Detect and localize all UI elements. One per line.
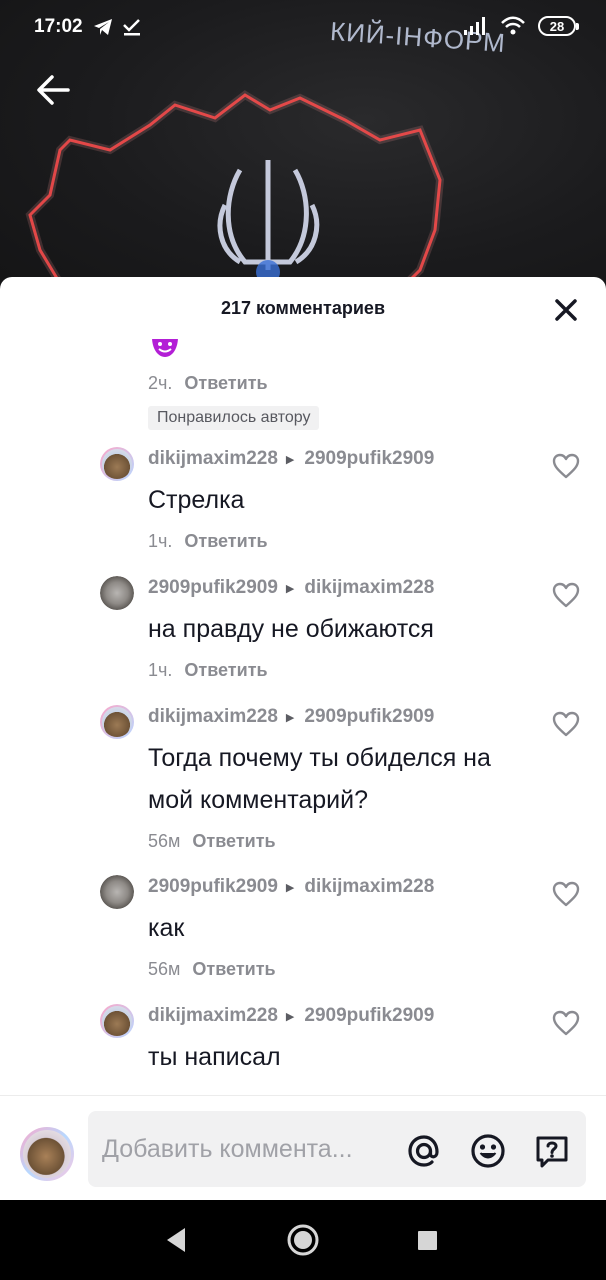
comments-list[interactable]: 2ч. Ответить Понравилось автору dikijmax… (0, 339, 606, 1095)
comment-item: dikijmaxim228 ▶ 2909pufik2909 Тогда поче… (0, 701, 606, 871)
like-button[interactable] (552, 711, 580, 737)
reply-button[interactable]: Ответить (184, 373, 267, 394)
reply-arrow-icon: ▶ (285, 453, 295, 466)
signal-icon (464, 17, 485, 35)
reply-to-user[interactable]: dikijmaxim228 (304, 876, 434, 898)
reply-arrow-icon: ▶ (285, 711, 295, 724)
like-button[interactable] (552, 881, 580, 907)
comment-text: ты написал (148, 1043, 281, 1071)
reply-arrow-icon: ▶ (285, 1010, 295, 1023)
comment-meta: 1ч. Ответить (148, 660, 268, 681)
battery-indicator: 28 (538, 16, 579, 36)
comment-meta: 2ч. Ответить (148, 373, 268, 394)
reply-button[interactable]: Ответить (192, 831, 275, 852)
reply-to-user[interactable]: 2909pufik2909 (304, 1005, 434, 1027)
telegram-icon (94, 19, 112, 35)
comment-usernames: dikijmaxim228 ▶ 2909pufik2909 (148, 1005, 434, 1027)
comment-usernames: 2909pufik2909 ▶ dikijmaxim228 (148, 876, 434, 898)
system-nav-bar (0, 1200, 606, 1280)
comments-sheet: 217 комментариев 2ч. Ответить Понравилос… (0, 277, 606, 1200)
my-avatar[interactable] (20, 1127, 74, 1181)
comment-meta: 56м Ответить (148, 959, 276, 980)
like-button[interactable] (552, 582, 580, 608)
sheet-header: 217 комментариев (0, 277, 606, 339)
comment-usernames: dikijmaxim228 ▶ 2909pufik2909 (148, 448, 434, 470)
reply-to-user[interactable]: 2909pufik2909 (304, 448, 434, 470)
status-bar: 17:02 28 (0, 0, 606, 58)
reply-button[interactable]: Ответить (184, 531, 267, 552)
devil-emoji-icon (152, 339, 178, 357)
comment-text: Стрелка (148, 486, 245, 514)
comments-count-title: 217 комментариев (220, 298, 386, 318)
nav-recents-square-icon (418, 1231, 437, 1250)
comment-item: 2909pufik2909 ▶ dikijmaxim228 на правду … (0, 572, 606, 700)
heart-outline-icon (552, 711, 580, 737)
reply-to-user[interactable]: dikijmaxim228 (304, 577, 434, 599)
heart-outline-icon (552, 453, 580, 479)
avatar[interactable] (100, 1004, 134, 1038)
status-notification-icons (92, 17, 142, 37)
reply-to-user[interactable]: 2909pufik2909 (304, 706, 434, 728)
question-button[interactable] (534, 1133, 570, 1169)
avatar[interactable] (100, 576, 134, 610)
comment-time: 56м (148, 959, 181, 979)
reply-button[interactable]: Ответить (184, 660, 267, 681)
comment-author[interactable]: 2909pufik2909 (148, 577, 278, 599)
close-icon (555, 299, 577, 321)
comment-text: на правду не обижаются (148, 615, 434, 643)
nav-home-button[interactable] (285, 1222, 321, 1258)
comment-time: 1ч. (148, 531, 173, 551)
reply-arrow-icon: ▶ (285, 881, 295, 894)
comment-text: как (148, 914, 185, 942)
avatar[interactable] (100, 447, 134, 481)
like-button[interactable] (552, 1010, 580, 1036)
status-system-icons: 28 (462, 16, 579, 36)
smiley-icon (471, 1134, 505, 1168)
reply-arrow-icon: ▶ (285, 582, 295, 595)
avatar[interactable] (100, 705, 134, 739)
comment-author[interactable]: dikijmaxim228 (148, 706, 278, 728)
back-button[interactable] (34, 70, 74, 110)
avatar[interactable] (100, 875, 134, 909)
comment-item: dikijmaxim228 ▶ 2909pufik2909 Стрелка 1ч… (0, 443, 606, 571)
comment-meta: 56м Ответить (148, 831, 276, 852)
comment-time: 56м (148, 831, 181, 851)
checkmark-download-icon (123, 19, 140, 36)
heart-outline-icon (552, 1010, 580, 1036)
nav-recents-button[interactable] (416, 1222, 440, 1258)
mention-button[interactable] (406, 1133, 442, 1169)
reply-button[interactable]: Ответить (192, 959, 275, 980)
comment-author[interactable]: dikijmaxim228 (148, 448, 278, 470)
like-button[interactable] (552, 453, 580, 479)
comment-input[interactable]: Добавить коммента... (88, 1111, 586, 1187)
comment-usernames: dikijmaxim228 ▶ 2909pufik2909 (148, 706, 434, 728)
comment-usernames: 2909pufik2909 ▶ dikijmaxim228 (148, 577, 434, 599)
nav-back-button[interactable] (163, 1222, 187, 1258)
liked-by-author-badge: Понравилось автору (148, 406, 320, 430)
comment-item: 2909pufik2909 ▶ dikijmaxim228 как 56м От… (0, 871, 606, 999)
question-bubble-icon (536, 1136, 568, 1168)
arrow-left-icon (37, 75, 70, 105)
nav-home-circle-icon (287, 1224, 319, 1256)
close-button[interactable] (554, 298, 578, 322)
comment-input-placeholder: Добавить коммента... (102, 1135, 353, 1163)
heart-outline-icon (552, 582, 580, 608)
comment-time: 1ч. (148, 660, 173, 680)
comment-time: 2ч. (148, 373, 173, 393)
comment-author[interactable]: 2909pufik2909 (148, 876, 278, 898)
comment-text: Тогда почему ты обиделся на мой коммента… (148, 744, 491, 814)
comment-author[interactable]: dikijmaxim228 (148, 1005, 278, 1027)
emoji-button[interactable] (470, 1133, 506, 1169)
comment-item: dikijmaxim228 ▶ 2909pufik2909 ты написал (0, 1000, 606, 1095)
status-time: 17:02 (34, 16, 83, 37)
heart-outline-icon (552, 881, 580, 907)
nav-back-triangle-icon (167, 1228, 185, 1252)
comment-meta: 1ч. Ответить (148, 531, 268, 552)
at-icon (408, 1135, 439, 1167)
wifi-icon (501, 16, 525, 35)
comment-input-bar: Добавить коммента... (0, 1095, 606, 1200)
